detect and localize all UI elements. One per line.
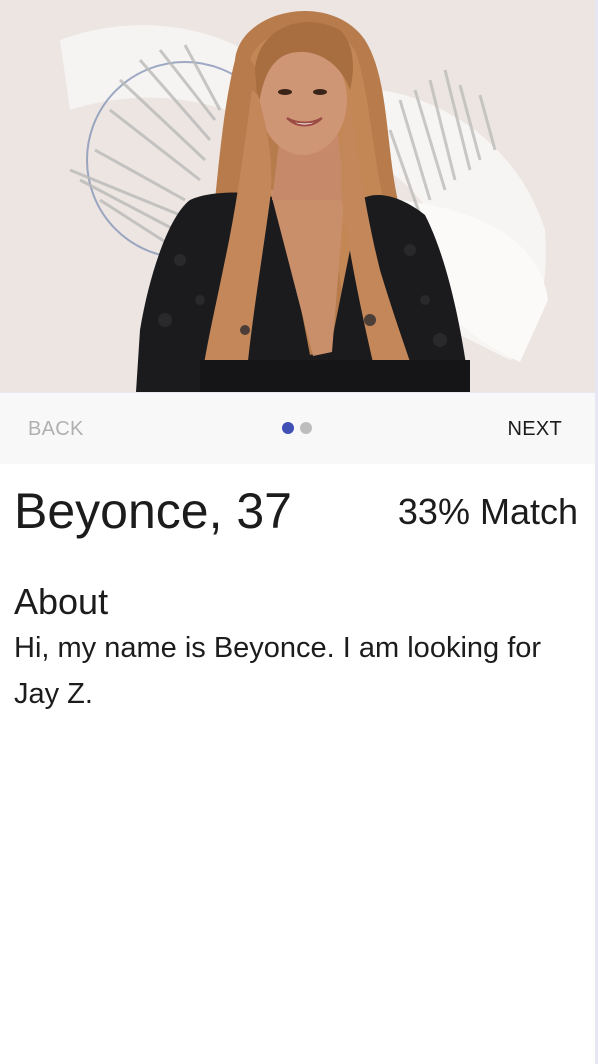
step-dot-active — [282, 422, 294, 434]
step-dot-inactive — [300, 422, 312, 434]
profile-photo — [0, 0, 595, 392]
back-button[interactable]: BACK — [28, 418, 84, 440]
next-button[interactable]: NEXT — [507, 418, 562, 440]
about-heading: About — [14, 581, 109, 622]
about-text: Hi, my name is Beyonce. I am looking for… — [14, 632, 542, 710]
profile-name-age: Beyonce, 37 — [14, 483, 292, 539]
mobile-stepper: BACK NEXT — [0, 392, 595, 464]
photo-illustration — [0, 0, 595, 392]
match-percentage: 33% Match — [397, 491, 578, 532]
